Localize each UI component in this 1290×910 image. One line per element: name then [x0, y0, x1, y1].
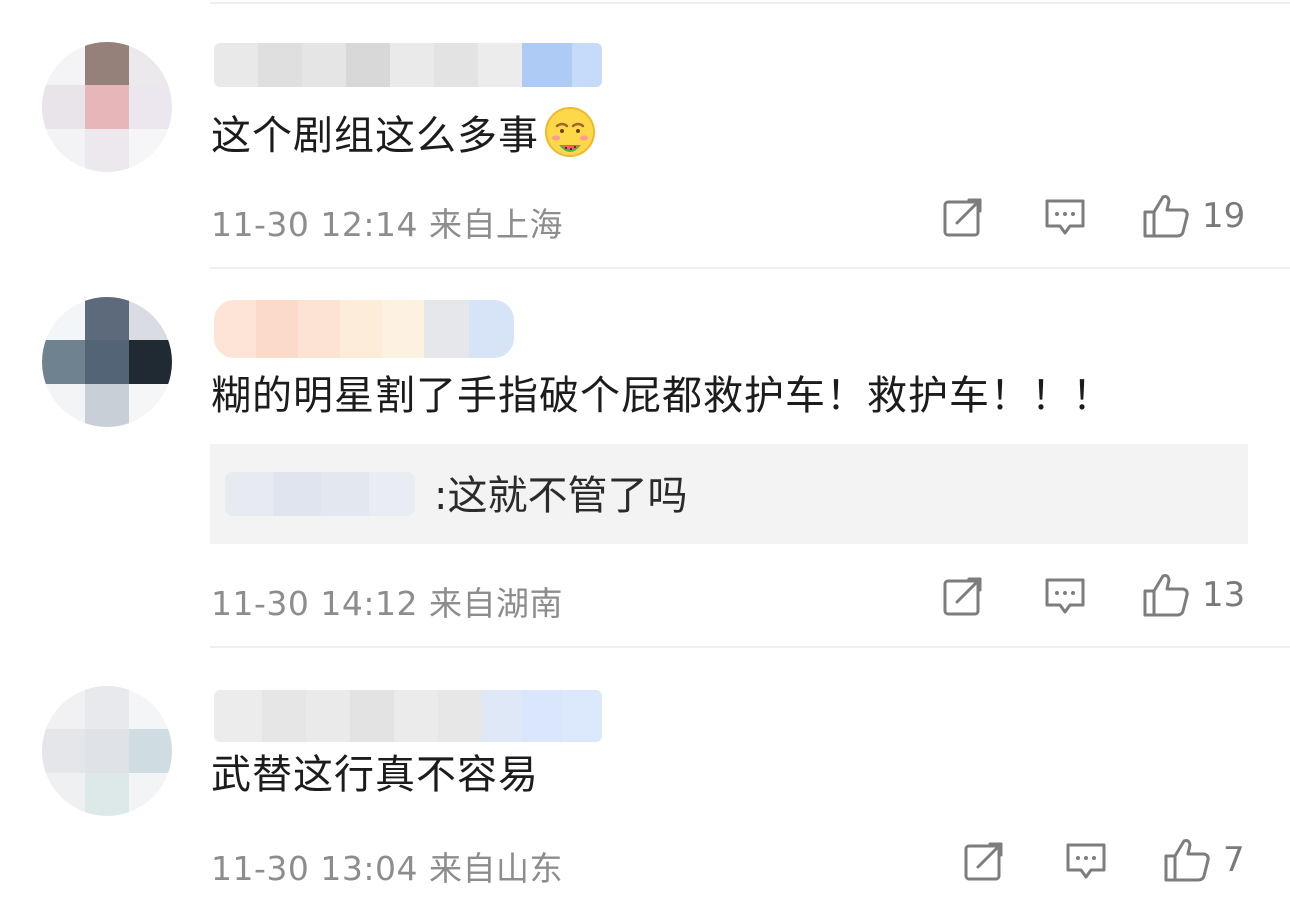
reply-username-blurred[interactable]	[225, 472, 415, 516]
comment-divider	[210, 646, 1290, 648]
share-icon	[943, 577, 982, 616]
comment-icon	[1066, 843, 1106, 879]
comment-meta: 11-30 13:04 来自山东	[211, 842, 563, 890]
comment-time: 14:12	[320, 584, 418, 623]
avatar[interactable]	[42, 42, 172, 172]
share-button[interactable]	[963, 840, 1005, 882]
comment-text: 这个剧组这么多事	[211, 105, 597, 161]
comment-icon	[1045, 199, 1085, 235]
avatar[interactable]	[42, 297, 172, 427]
like-count: 19	[1202, 196, 1246, 236]
comment-location: 来自湖南	[429, 584, 563, 623]
comment-meta: 11-30 12:14 来自上海	[211, 198, 563, 246]
comment-button[interactable]	[1065, 842, 1107, 882]
top-divider	[210, 2, 1290, 4]
comment-meta: 11-30 14:12 来自湖南	[211, 577, 563, 625]
comment-button[interactable]	[1044, 577, 1086, 617]
comment-time: 13:04	[320, 849, 418, 888]
share-button[interactable]	[942, 575, 984, 617]
comment-location: 来自山东	[429, 849, 563, 888]
comment-date: 11-30	[211, 584, 310, 623]
avatar-mosaic	[42, 297, 172, 427]
username-blurred[interactable]	[214, 43, 602, 87]
share-icon	[943, 198, 982, 237]
thumbs-up-icon	[1143, 574, 1189, 617]
comment-text: 武替这行真不容易	[211, 752, 539, 798]
comment-time: 12:14	[320, 205, 418, 244]
like-count: 13	[1202, 575, 1246, 615]
comment-text: 糊的明星割了手指破个屁都救护车！救护车！！！	[211, 373, 1113, 419]
like-button[interactable]: 19	[1142, 193, 1245, 239]
comment-icon	[1045, 578, 1085, 614]
username-blurred[interactable]	[214, 690, 602, 742]
username-blurred[interactable]	[214, 300, 514, 358]
comment-body: 这个剧组这么多事	[211, 113, 539, 159]
share-button[interactable]	[942, 196, 984, 238]
share-icon	[964, 842, 1003, 881]
thumbs-up-icon	[1143, 195, 1189, 238]
comment-button[interactable]	[1044, 198, 1086, 238]
comment-divider	[210, 267, 1290, 269]
reply-text: :这就不管了吗	[434, 473, 688, 519]
like-button[interactable]: 7	[1163, 837, 1245, 883]
comment-date: 11-30	[211, 205, 310, 244]
thumbs-up-icon	[1164, 839, 1210, 882]
comment-location: 来自上海	[429, 205, 563, 244]
comment-date: 11-30	[211, 849, 310, 888]
smirking-face-watermelon-emoji	[545, 107, 595, 157]
avatar-mosaic	[42, 42, 172, 172]
like-count: 7	[1223, 840, 1245, 880]
like-button[interactable]: 13	[1142, 572, 1245, 618]
avatar[interactable]	[42, 686, 172, 816]
avatar-mosaic	[42, 686, 172, 816]
